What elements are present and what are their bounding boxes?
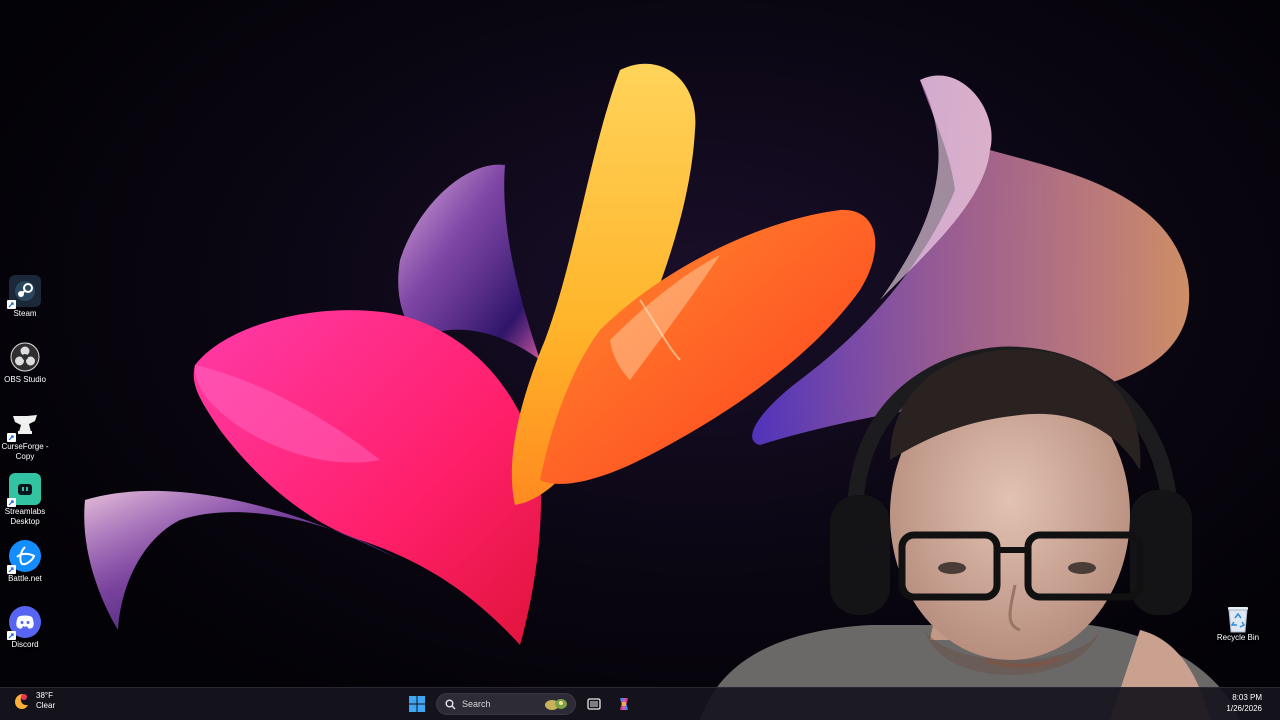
search-highlight-icon <box>545 699 567 710</box>
taskbar: 38°F Clear Search 8:03 PM 1/26/2026 <box>0 687 1280 720</box>
desktop-icon-label: Streamlabs Desktop <box>4 507 46 526</box>
copilot-button[interactable] <box>612 691 636 717</box>
task-view-button[interactable] <box>582 691 606 717</box>
desktop-icon-discord[interactable]: Discord <box>0 606 50 650</box>
desktop-icon-curseforge-copy[interactable]: CurseForge - Copy <box>0 408 50 462</box>
desktop-icon-label: Discord <box>11 640 39 649</box>
desktop-icon-streamlabs-desktop[interactable]: Streamlabs Desktop <box>0 473 50 527</box>
copilot-icon <box>620 698 628 710</box>
battlenet-icon <box>7 540 41 574</box>
weather-temperature: 38°F <box>36 691 53 700</box>
shortcut-arrow-icon <box>7 433 16 442</box>
search-icon <box>445 699 456 709</box>
streamlabs-icon <box>7 473 41 507</box>
shortcut-arrow-icon <box>7 631 16 640</box>
weather-moon-icon <box>15 694 28 709</box>
desktop-icon-steam[interactable]: Steam <box>0 275 50 319</box>
obs-icon <box>9 341 41 373</box>
desktop-icon-battle-net[interactable]: Battle.net <box>0 540 50 584</box>
taskbar-clock[interactable]: 8:03 PM 1/26/2026 <box>1226 692 1262 714</box>
weather-widget[interactable]: 38°F Clear <box>12 691 55 711</box>
curseforge-icon <box>7 408 41 442</box>
discord-icon <box>7 606 41 640</box>
shortcut-arrow-icon <box>7 498 16 507</box>
desktop-icon-label: Steam <box>13 309 37 318</box>
clock-time: 8:03 PM <box>1232 693 1262 702</box>
taskbar-search[interactable]: Search <box>436 693 576 715</box>
shortcut-arrow-icon <box>7 565 16 574</box>
desktop-icon-obs-studio[interactable]: OBS Studio <box>0 341 50 385</box>
desktop-icon-label: OBS Studio <box>4 375 46 384</box>
task-view-icon <box>587 698 601 710</box>
shortcut-arrow-icon <box>7 300 16 309</box>
clock-date: 1/26/2026 <box>1226 704 1262 713</box>
weather-condition: Clear <box>36 701 56 710</box>
windows-logo-icon <box>409 696 425 712</box>
desktop-icon-label: CurseForge - Copy <box>1 442 49 461</box>
steam-icon <box>7 275 41 309</box>
webcam-overlay <box>700 346 1240 720</box>
desktop: Steam OBS Studio CurseForge - Copy Strea… <box>0 0 1280 720</box>
search-placeholder: Search <box>462 699 491 709</box>
start-button[interactable] <box>404 691 430 717</box>
desktop-icon-label: Battle.net <box>8 574 42 583</box>
taskbar-center: Search <box>404 691 636 717</box>
